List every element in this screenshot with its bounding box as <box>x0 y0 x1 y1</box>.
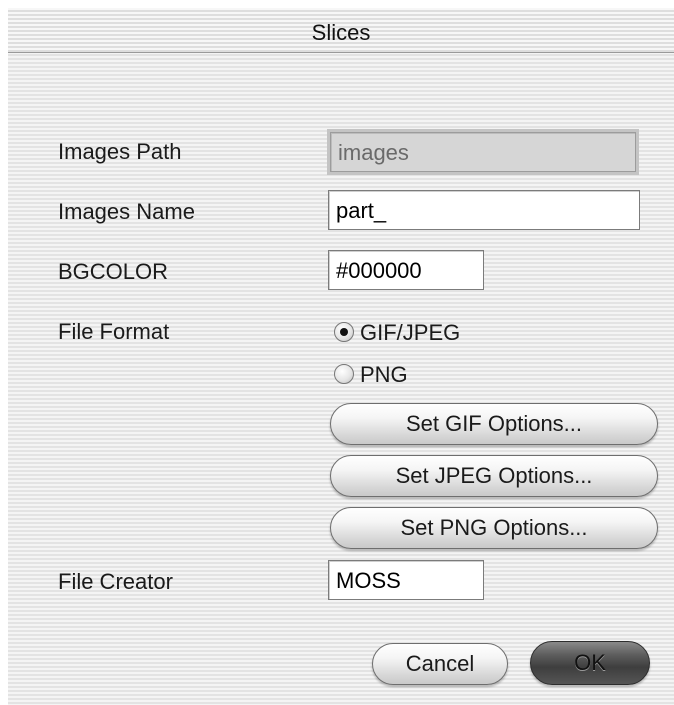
set-gif-options-button[interactable]: Set GIF Options... <box>330 403 658 445</box>
window-title: Slices <box>311 20 371 45</box>
file-format-label: File Format <box>58 319 170 344</box>
set-jpeg-options-button[interactable]: Set JPEG Options... <box>330 455 658 497</box>
radio-gif-jpeg-label: GIF/JPEG <box>360 320 461 345</box>
bgcolor-label: BGCOLOR <box>58 259 169 284</box>
file-creator-label: File Creator <box>58 569 173 594</box>
bgcolor-field[interactable]: #000000 <box>328 250 484 290</box>
set-png-options-button[interactable]: Set PNG Options... <box>330 507 658 549</box>
images-path-label: Images Path <box>58 139 182 164</box>
radio-circle-icon <box>334 364 354 384</box>
images-name-label: Images Name <box>58 199 195 224</box>
radio-circle-icon <box>334 322 354 342</box>
images-name-field[interactable]: part_ <box>328 190 640 230</box>
file-creator-field[interactable]: MOSS <box>328 560 484 600</box>
ok-button[interactable]: OK <box>530 641 650 685</box>
cancel-button[interactable]: Cancel <box>372 643 508 685</box>
slices-dialog: Slices Images Path images Images Name pa… <box>8 8 674 705</box>
radio-png-label: PNG <box>360 362 408 387</box>
title-bar[interactable]: Slices <box>8 8 674 53</box>
radio-selected-dot <box>340 328 348 336</box>
images-path-field: images <box>330 132 636 172</box>
ok-button-label: OK <box>574 650 606 675</box>
